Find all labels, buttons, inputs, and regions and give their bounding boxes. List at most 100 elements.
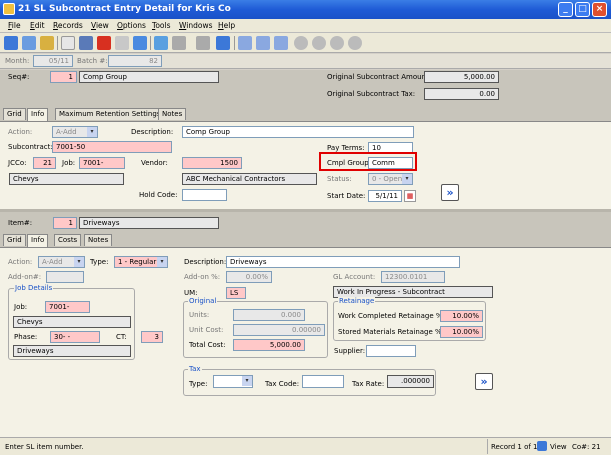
type-select[interactable]: 1 - Regular ▾ xyxy=(114,256,168,268)
description-label: Description: xyxy=(131,128,174,136)
tax-code-field[interactable] xyxy=(302,375,344,388)
job-field[interactable]: 7001- xyxy=(79,157,125,169)
menu-tools[interactable]: Tools xyxy=(152,21,170,30)
subcontract-info-panel: Action: A-Add ▾ Description: Comp Group S… xyxy=(0,121,611,209)
calendar-icon[interactable]: ▦ xyxy=(404,190,416,202)
item-tab-info[interactable]: Info xyxy=(27,234,49,247)
hold-code-field[interactable] xyxy=(182,189,227,201)
grid-icon[interactable] xyxy=(154,36,168,50)
status-message: Enter SL item number. xyxy=(5,443,84,451)
close-button[interactable]: × xyxy=(592,2,607,17)
item-job-field[interactable]: 7001- xyxy=(45,301,90,313)
folder-icon[interactable] xyxy=(40,36,54,50)
um-field[interactable]: LS xyxy=(226,287,246,299)
menu-view[interactable]: View xyxy=(91,21,109,30)
new-icon[interactable] xyxy=(4,36,18,50)
window-title: 21 SL Subcontract Entry Detail for Kris … xyxy=(18,4,231,14)
item-description-field[interactable]: Driveways xyxy=(226,256,460,268)
description-field[interactable]: Comp Group xyxy=(182,126,414,138)
item-job-label: Job: xyxy=(14,303,28,311)
refresh-icon[interactable] xyxy=(133,36,147,50)
subcontract-field[interactable]: 7001-50 xyxy=(52,141,172,153)
link-icon[interactable] xyxy=(22,36,36,50)
units-field: 0.000 xyxy=(233,309,305,321)
save-icon[interactable] xyxy=(79,36,93,50)
menu-file[interactable]: File xyxy=(8,21,21,30)
undo-icon[interactable] xyxy=(115,36,129,50)
item-tab-costs[interactable]: Costs xyxy=(54,234,82,246)
item-tab-grid[interactable]: Grid xyxy=(3,234,26,246)
view3-icon[interactable] xyxy=(274,36,288,50)
spellcheck-icon[interactable] xyxy=(216,36,230,50)
batch-header: Month: 05/11 Batch #: 82 xyxy=(0,54,611,69)
menu-records[interactable]: Records xyxy=(53,21,83,30)
original-title: Original xyxy=(188,297,218,305)
menu-options[interactable]: Options xyxy=(117,21,146,30)
vendor-field[interactable]: 1500 xyxy=(182,157,242,169)
tab-max-retention[interactable]: Maximum Retention Settings xyxy=(55,108,165,120)
item-tab-strip: Grid Info Costs Notes xyxy=(0,234,611,247)
top-tab-strip: Grid Info Maximum Retention Settings Not… xyxy=(0,108,611,121)
menu-help[interactable]: Help xyxy=(218,21,235,30)
record-indicator: Record 1 of 1 xyxy=(491,443,538,451)
units-label: Units: xyxy=(189,311,210,319)
seq-field[interactable]: 1 xyxy=(50,71,77,83)
item-number-field[interactable]: 1 xyxy=(53,217,77,229)
vendor-label: Vendor: xyxy=(141,159,168,167)
wc-retainage-field[interactable]: 10.00% xyxy=(440,310,483,322)
attach-icon[interactable] xyxy=(172,36,186,50)
jcco-label: JCCo: xyxy=(8,159,27,167)
menu-edit[interactable]: Edit xyxy=(30,21,45,30)
next-record-icon[interactable] xyxy=(330,36,344,50)
tab-info[interactable]: Info xyxy=(27,108,49,121)
tab-grid[interactable]: Grid xyxy=(3,108,26,120)
total-cost-label: Total Cost: xyxy=(189,341,226,349)
item-action-label: Action: xyxy=(8,258,33,266)
lookup-icon[interactable] xyxy=(196,36,210,50)
item-action-select: A-Add ▾ xyxy=(38,256,85,268)
tab-notes[interactable]: Notes xyxy=(158,108,187,120)
start-date-field[interactable]: 5/1/11 xyxy=(368,190,402,202)
orig-tax-field: 0.00 xyxy=(424,88,499,100)
seq-header: Seq#: 1 Comp Group Original Subcontract … xyxy=(0,70,611,108)
item-description: Driveways xyxy=(79,217,219,229)
seq-label: Seq#: xyxy=(8,73,30,81)
job-label: Job: xyxy=(62,159,76,167)
orig-amount-field: 5,000.00 xyxy=(424,71,499,83)
menu-windows[interactable]: Windows xyxy=(179,21,213,30)
job-name: Chevys xyxy=(9,173,124,185)
delete-icon[interactable] xyxy=(97,36,111,50)
maximize-button[interactable]: □ xyxy=(575,2,590,17)
action-label: Action: xyxy=(8,128,33,136)
tax-rate-field: .000000 xyxy=(387,375,434,388)
cmpl-group-field[interactable]: Comm xyxy=(368,157,413,169)
supplier-field[interactable] xyxy=(366,345,416,357)
status-bar: Enter SL item number. Record 1 of 1 View… xyxy=(0,437,611,455)
last-record-icon[interactable] xyxy=(348,36,362,50)
view1-icon[interactable] xyxy=(238,36,252,50)
page-icon[interactable] xyxy=(61,36,75,50)
next-arrow-icon[interactable]: » xyxy=(441,184,459,201)
addon-percent-label: Add-on %: xyxy=(184,273,221,281)
ct-field[interactable]: 3 xyxy=(141,331,163,343)
view-label: View xyxy=(550,443,567,451)
type-label: Type: xyxy=(90,258,109,266)
phase-field[interactable]: 30- - xyxy=(50,331,100,343)
retainage-title: Retainage xyxy=(338,297,376,305)
minimize-button[interactable]: _ xyxy=(558,2,573,17)
unit-cost-field: 0.00000 xyxy=(233,324,325,336)
wc-retainage-label: Work Completed Retainage %: xyxy=(338,312,445,320)
jcco-field[interactable]: 21 xyxy=(33,157,56,169)
hold-code-label: Hold Code: xyxy=(139,191,178,199)
item-tab-notes[interactable]: Notes xyxy=(84,234,113,246)
view2-icon[interactable] xyxy=(256,36,270,50)
item-next-arrow-icon[interactable]: » xyxy=(475,373,493,390)
prev-record-icon[interactable] xyxy=(312,36,326,50)
month-field: 05/11 xyxy=(33,55,73,67)
first-record-icon[interactable] xyxy=(294,36,308,50)
total-cost-field[interactable]: 5,000.00 xyxy=(233,339,305,351)
vendor-name: ABC Mechanical Contractors xyxy=(182,173,317,185)
tax-type-select[interactable]: ▾ xyxy=(213,375,253,388)
toolbar xyxy=(0,33,611,53)
sm-retainage-field[interactable]: 10.00% xyxy=(440,326,483,338)
